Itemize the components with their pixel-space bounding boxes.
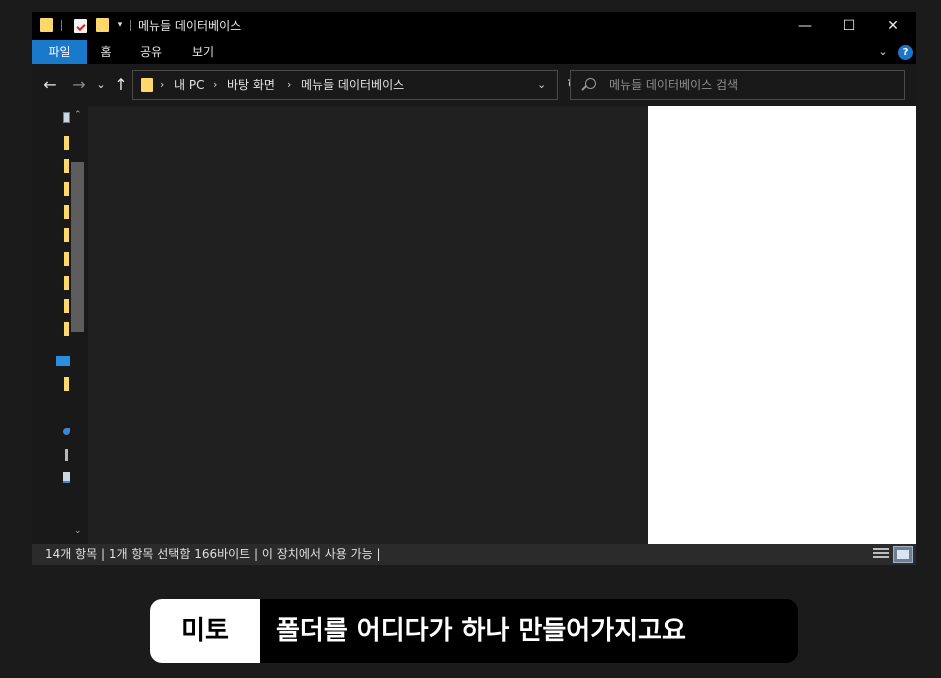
- folder-icon[interactable]: [64, 276, 69, 290]
- address-dropdown-icon[interactable]: ⌄: [537, 77, 546, 93]
- breadcrumb-current-folder[interactable]: 메뉴들 데이터베이스: [301, 77, 404, 93]
- close-button[interactable]: ✕: [870, 12, 916, 40]
- screen: ▾ 메뉴들 데이터베이스 — ☐ ✕ 파일 홈 공유 보기 ⌄ ? ← → ⌄ …: [0, 0, 941, 678]
- folder-icon[interactable]: [64, 182, 69, 196]
- scrollbar-thumb[interactable]: [71, 162, 84, 332]
- help-icon[interactable]: ?: [898, 45, 913, 60]
- folder-icon[interactable]: [64, 228, 69, 242]
- details-view-icon[interactable]: [873, 547, 889, 561]
- folder-icon[interactable]: [64, 205, 69, 219]
- usb-icon[interactable]: [65, 449, 68, 461]
- recent-locations-button[interactable]: ⌄: [95, 75, 107, 95]
- drive-icon[interactable]: [63, 428, 70, 435]
- folder-icon[interactable]: [64, 159, 69, 173]
- caption-text: 폴더를 어디다가 하나 만들어가지고요: [276, 616, 686, 646]
- folder-icon[interactable]: [64, 377, 69, 391]
- back-button[interactable]: ←: [40, 75, 60, 95]
- navigation-pane: ⌃ ⌄: [32, 106, 88, 544]
- folder-icon[interactable]: [64, 299, 69, 313]
- breadcrumb-separator[interactable]: ›: [213, 77, 217, 93]
- scroll-up-icon[interactable]: ⌃: [74, 110, 82, 120]
- qa-separator: [130, 20, 131, 31]
- scroll-down-icon[interactable]: ⌄: [74, 526, 82, 536]
- preview-pane: [648, 106, 916, 544]
- search-input[interactable]: [609, 76, 889, 94]
- breadcrumb-this-pc[interactable]: 내 PC: [174, 77, 204, 93]
- up-button[interactable]: ↑: [113, 75, 129, 95]
- network-icon[interactable]: [63, 472, 70, 483]
- subtitle-caption: 미토 폴더를 어디다가 하나 만들어가지고요: [150, 599, 798, 663]
- qa-separator: [61, 20, 62, 31]
- navigation-bar: ← → ⌄ ↑ › 내 PC › 바탕 화면 › 메뉴들 데이터베이스 ⌄ ↻: [32, 64, 916, 106]
- breadcrumb-separator[interactable]: ›: [287, 77, 291, 93]
- address-bar[interactable]: › 내 PC › 바탕 화면 › 메뉴들 데이터베이스 ⌄ ↻: [132, 70, 579, 100]
- search-box[interactable]: [570, 70, 905, 100]
- tab-home[interactable]: 홈: [94, 40, 118, 64]
- desktop-icon[interactable]: [56, 356, 70, 366]
- breadcrumb-separator[interactable]: ›: [160, 77, 164, 93]
- large-icons-view-icon[interactable]: [893, 546, 913, 563]
- quick-access-dropdown-icon[interactable]: ▾: [115, 17, 125, 33]
- caption-speaker: 미토: [150, 599, 260, 663]
- status-bar: 14개 항목 | 1개 항목 선택함 166바이트 | 이 장치에서 사용 가능…: [32, 544, 916, 565]
- folder-icon: [141, 78, 153, 92]
- maximize-button[interactable]: ☐: [826, 12, 872, 40]
- tab-view[interactable]: 보기: [187, 40, 219, 64]
- file-explorer-window: ▾ 메뉴들 데이터베이스 — ☐ ✕ 파일 홈 공유 보기 ⌄ ? ← → ⌄ …: [32, 12, 916, 565]
- forward-button[interactable]: →: [69, 75, 89, 95]
- minimize-button[interactable]: —: [782, 12, 828, 40]
- folder-icon: [40, 18, 53, 32]
- title-bar: ▾ 메뉴들 데이터베이스 — ☐ ✕: [32, 12, 916, 40]
- window-title: 메뉴들 데이터베이스: [138, 19, 242, 33]
- ribbon-tabs: 파일 홈 공유 보기 ⌄ ?: [32, 40, 916, 64]
- tab-file[interactable]: 파일: [32, 40, 87, 64]
- breadcrumb-desktop[interactable]: 바탕 화면: [227, 77, 275, 93]
- folder-icon[interactable]: [64, 252, 69, 266]
- search-icon: [585, 78, 596, 89]
- tab-share[interactable]: 공유: [135, 40, 167, 64]
- status-text: 14개 항목 | 1개 항목 선택함 166바이트 | 이 장치에서 사용 가능…: [45, 547, 381, 561]
- properties-icon[interactable]: [74, 19, 87, 33]
- new-folder-icon[interactable]: [96, 18, 109, 32]
- folder-icon[interactable]: [64, 322, 69, 336]
- folder-icon[interactable]: [64, 136, 69, 150]
- pc-icon[interactable]: [63, 112, 70, 123]
- file-list-area[interactable]: [88, 106, 648, 544]
- expand-ribbon-chevron-icon[interactable]: ⌄: [876, 44, 890, 60]
